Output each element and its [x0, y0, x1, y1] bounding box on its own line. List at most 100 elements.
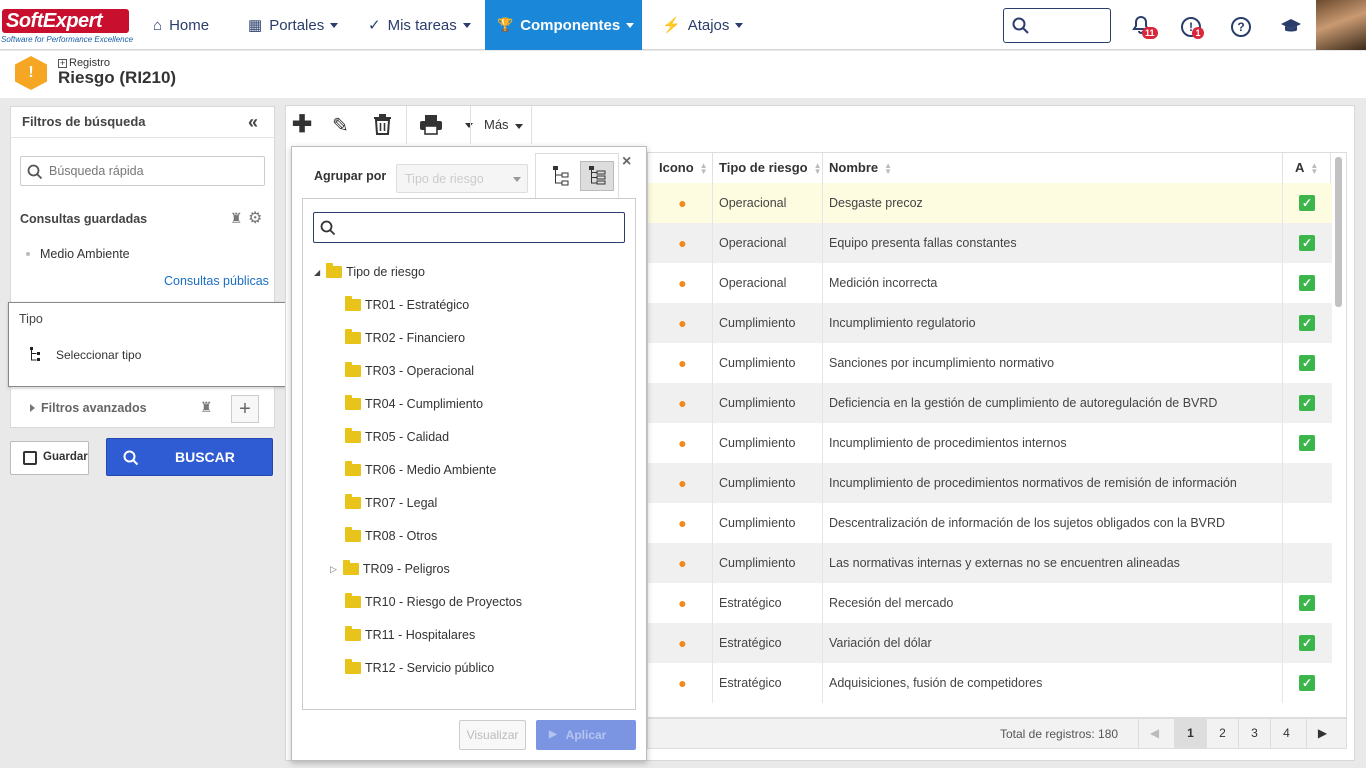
bomb-icon: ● — [678, 595, 687, 611]
table-scrollbar[interactable] — [1335, 157, 1342, 307]
tree-item[interactable]: TR05 - Calidad — [330, 428, 450, 444]
chevron-left-icon: ◀ — [1149, 726, 1160, 740]
row-type: Operacional — [713, 183, 823, 223]
tree-root[interactable]: ◢ Tipo de riesgo — [314, 263, 425, 279]
column-header-a[interactable]: A ▲ ▼ — [1289, 153, 1331, 183]
notifications-button[interactable]: 11 — [1128, 13, 1158, 39]
group-by-select[interactable]: Tipo de riesgo — [396, 164, 528, 193]
chevron-right-icon: ▶ — [1317, 726, 1328, 740]
delete-button[interactable] — [373, 114, 392, 135]
table-row[interactable]: ● Cumplimiento Incumplimiento de procedimi… — [648, 463, 1332, 503]
edit-button[interactable]: ✎ — [332, 113, 349, 138]
alerts-button[interactable]: ! 1 — [1178, 13, 1204, 39]
checkbox-checked-icon: ✓ — [1299, 235, 1315, 251]
apply-button[interactable]: ▶ Aplicar — [536, 720, 636, 750]
user-avatar[interactable] — [1316, 0, 1366, 50]
tree-item[interactable]: TR04 - Cumplimiento — [330, 395, 483, 411]
table-row[interactable]: ● Estratégico Variación del dólar ✓ — [648, 623, 1332, 663]
tree-item[interactable]: TR06 - Medio Ambiente — [330, 461, 497, 477]
nav-portales[interactable]: ▦ Portales — [236, 0, 350, 50]
tree-item[interactable]: TR03 - Operacional — [330, 362, 474, 378]
broom-icon[interactable]: ♜ — [200, 399, 213, 416]
nav-home[interactable]: ⌂ Home — [141, 0, 221, 50]
column-header-tipo[interactable]: Tipo de riesgo ▲ ▼ — [713, 153, 823, 183]
page-button[interactable]: 4 — [1270, 718, 1302, 749]
tree-item-label: TR05 - Calidad — [365, 430, 450, 444]
next-page-button[interactable]: ▶ — [1306, 718, 1338, 749]
save-button-label: Guardar — [43, 451, 88, 463]
page-button[interactable]: 3 — [1238, 718, 1270, 749]
add-filter-button[interactable]: + — [231, 395, 259, 423]
quick-search-input[interactable]: Búsqueda rápida — [20, 156, 265, 186]
view-button[interactable]: Visualizar — [459, 720, 526, 750]
tree-item[interactable]: TR08 - Otros — [330, 527, 437, 543]
search-button[interactable]: BUSCAR — [106, 438, 273, 476]
tree-item[interactable]: ▷ TR09 - Peligros — [330, 560, 450, 576]
group-by-label: Agrupar por — [314, 169, 387, 183]
global-search-input[interactable] — [1003, 8, 1111, 43]
tree-item[interactable]: TR11 - Hospitalares — [330, 626, 475, 642]
table-row[interactable]: ● Cumplimiento Deficiencia en la gestión d… — [648, 383, 1332, 423]
tree-item[interactable]: TR07 - Legal — [330, 494, 438, 510]
column-header-nombre[interactable]: Nombre ▲ ▼ — [823, 153, 1283, 183]
close-icon[interactable]: × — [622, 153, 631, 171]
chevron-right-icon — [30, 404, 35, 412]
logo-tagline: Software for Performance Excellence — [1, 35, 134, 44]
row-name: Variación del dólar — [823, 623, 1283, 663]
prev-page-button[interactable]: ◀ — [1138, 718, 1170, 749]
chevron-down-icon[interactable] — [465, 123, 473, 128]
more-button[interactable]: Más — [484, 117, 523, 132]
table-row[interactable]: ● Cumplimiento Descentralización de inform… — [648, 503, 1332, 543]
academy-button[interactable] — [1278, 13, 1304, 39]
table-row[interactable]: ● Cumplimiento Incumplimiento de procedimi… — [648, 423, 1332, 463]
tree-item[interactable]: TR02 - Financiero — [330, 329, 465, 345]
bullet-icon — [26, 252, 30, 256]
page-button[interactable]: 2 — [1206, 718, 1238, 749]
row-active-cell: ✓ — [1283, 303, 1331, 343]
trophy-icon: 🏆 — [497, 17, 514, 32]
add-button[interactable]: ✚ — [292, 112, 312, 138]
broom-icon[interactable]: ♜ — [230, 210, 243, 227]
public-queries-link[interactable]: Consultas públicas — [164, 274, 269, 288]
tree-item[interactable]: TR10 - Riesgo de Proyectos — [330, 593, 522, 609]
nav-atajos[interactable]: ⚡ Atajos — [650, 0, 755, 50]
grid-icon: ▦ — [248, 17, 263, 34]
table-row[interactable]: ● Estratégico Recesión del mercado ✓ — [648, 583, 1332, 623]
caret-expanded-icon: ◢ — [314, 267, 321, 277]
chevron-down-icon — [513, 177, 521, 182]
tree-search-input[interactable] — [313, 212, 625, 243]
saved-queries-title: Consultas guardadas — [20, 212, 148, 226]
softexpert-logo[interactable]: SoftExpert Software for Performance Exce… — [0, 6, 135, 46]
row-name: Sanciones por incumplimiento normativo — [823, 343, 1283, 383]
tree-item-label: TR07 - Legal — [365, 496, 438, 510]
table-row[interactable]: ● Operacional Equipo presenta fallas const… — [648, 223, 1332, 263]
table-row[interactable]: ● Cumplimiento Las normativas internas y e… — [648, 543, 1332, 583]
table-row[interactable]: ● Cumplimiento Sanciones por incumplimient… — [648, 343, 1332, 383]
select-type-button[interactable]: Seleccionar tipo — [56, 348, 141, 362]
table-row[interactable]: ● Cumplimiento Incumplimiento regulatorio ✓ — [648, 303, 1332, 343]
folder-icon — [342, 560, 359, 575]
save-button[interactable]: Guardar — [10, 441, 89, 475]
print-button[interactable] — [420, 115, 442, 135]
saved-query-item[interactable]: Medio Ambiente — [40, 247, 130, 261]
column-header-icono[interactable]: Icono ▲ ▼ — [653, 153, 713, 183]
nav-componentes-label: Componentes — [520, 16, 621, 34]
tree-item[interactable]: TR12 - Servicio público — [330, 659, 494, 675]
tree-view-icon[interactable] — [553, 166, 571, 186]
nav-componentes[interactable]: 🏆 Componentes — [485, 0, 642, 50]
help-button[interactable]: ? — [1228, 13, 1254, 39]
bomb-icon: ● — [678, 475, 687, 491]
plus-square-icon: + — [58, 58, 67, 68]
gear-icon[interactable]: ⚙ — [248, 208, 262, 228]
table-row[interactable]: ● Operacional Medición incorrecta ✓ — [648, 263, 1332, 303]
page-button[interactable]: 1 — [1174, 718, 1206, 749]
nav-mis-tareas[interactable]: ✓ Mis tareas — [356, 0, 483, 50]
list-view-button[interactable] — [580, 161, 614, 191]
row-name: Incumplimiento regulatorio — [823, 303, 1283, 343]
table-row[interactable]: ● Estratégico Adquisiciones, fusión de com… — [648, 663, 1332, 703]
table-row[interactable]: ● Operacional Desgaste precoz ✓ — [648, 183, 1332, 223]
advanced-filters-toggle[interactable]: Filtros avanzados — [41, 401, 147, 415]
tree-item-label: TR06 - Medio Ambiente — [365, 463, 497, 477]
tree-item[interactable]: TR01 - Estratégico — [330, 296, 469, 312]
collapse-icon[interactable]: « — [248, 112, 258, 133]
